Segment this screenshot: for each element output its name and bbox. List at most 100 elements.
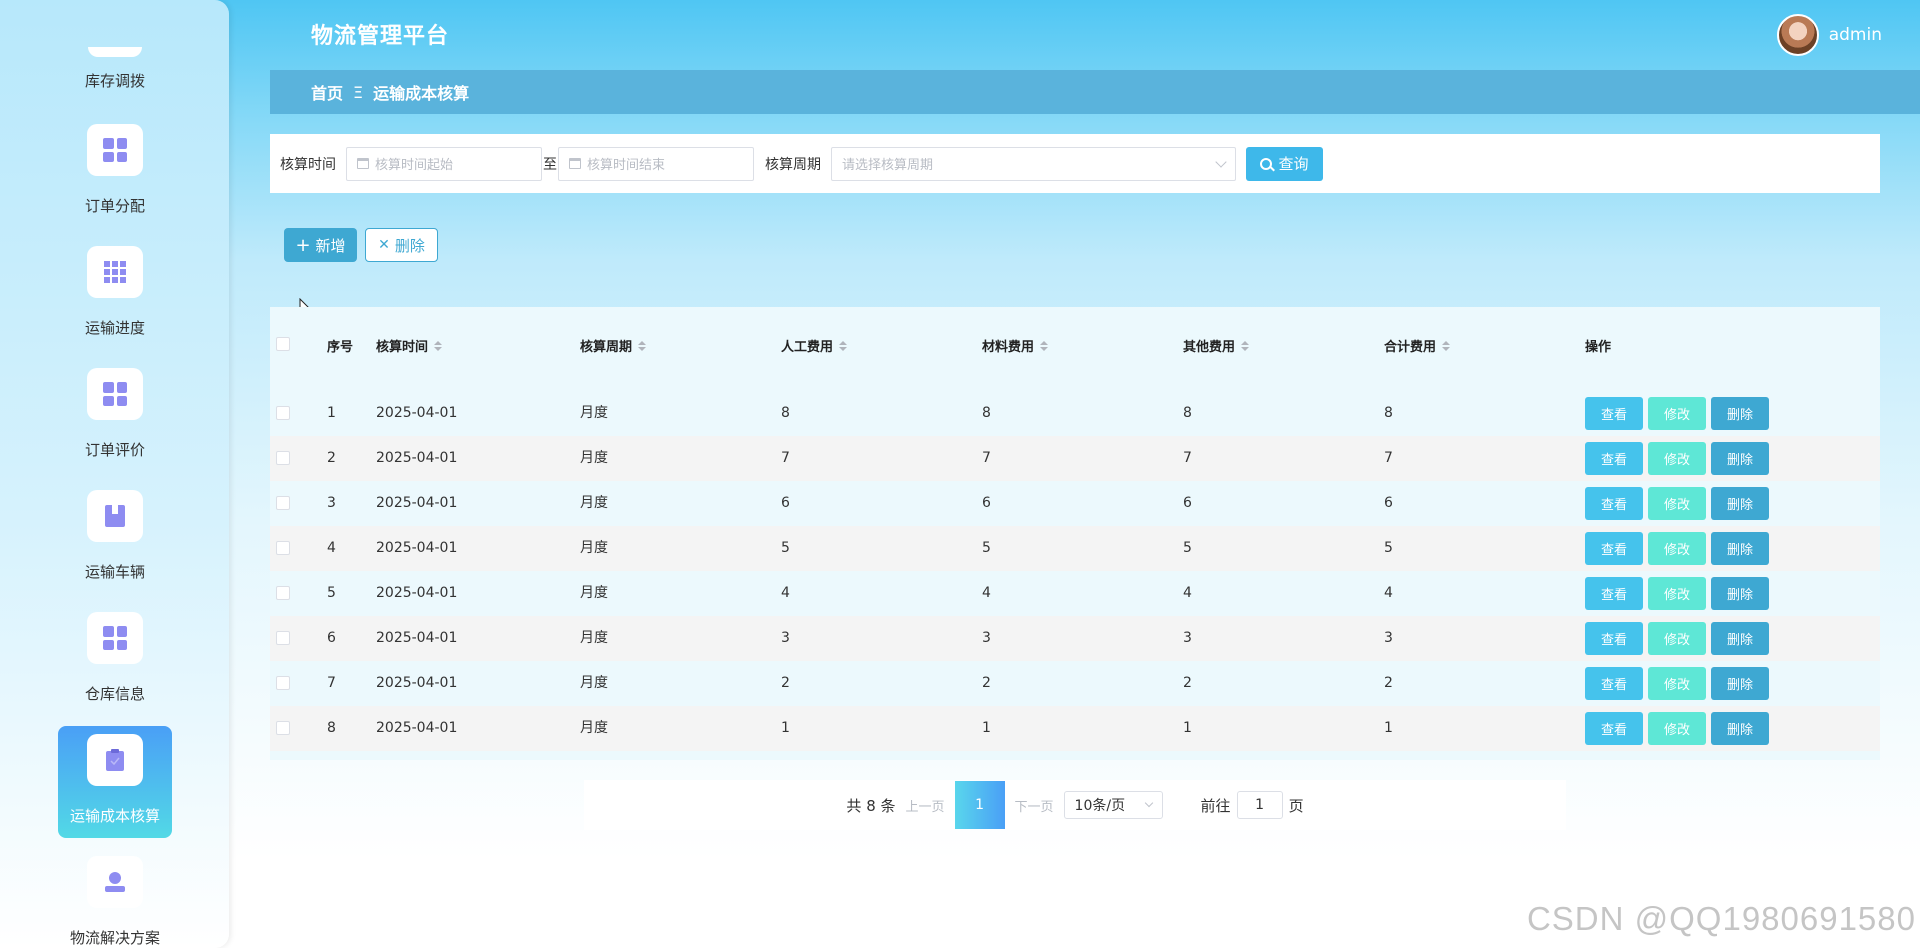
sort-icon[interactable] [1241,340,1250,351]
next-page-button[interactable]: 下一页 [1015,796,1054,815]
sort-icon[interactable] [1442,340,1451,351]
breadcrumb-home[interactable]: 首页 [311,80,343,104]
cell-date: 2025-04-01 [376,585,458,601]
select-all-checkbox[interactable] [276,337,290,351]
row-checkbox[interactable] [276,586,290,600]
batch-delete-button[interactable]: ✕ 删除 [365,228,438,262]
delete-button[interactable]: 删除 [1711,622,1769,655]
cell-other: 3 [1183,630,1192,646]
edit-button[interactable]: 修改 [1648,397,1706,430]
row-checkbox[interactable] [276,676,290,690]
cell-material: 4 [982,585,991,601]
breadcrumb-separator: Ξ [353,82,364,102]
date-label: 核算时间 [280,156,336,173]
header-operations: 操作 [1585,336,1611,355]
row-checkbox[interactable] [276,721,290,735]
view-button[interactable]: 查看 [1585,532,1643,565]
page-size-select[interactable]: 10条/页 [1063,791,1163,819]
cell-total: 5 [1384,540,1393,556]
sidebar-item-inventory-transfer[interactable]: 库存调拨 [58,40,172,100]
delete-button[interactable]: 删除 [1711,532,1769,565]
sidebar-item-transport-cost[interactable]: 运输成本核算 [58,726,172,838]
grid-icon [87,124,143,176]
sort-icon[interactable] [1040,340,1049,351]
cell-period: 月度 [580,405,608,421]
row-checkbox[interactable] [276,631,290,645]
row-checkbox[interactable] [276,541,290,555]
view-button[interactable]: 查看 [1585,622,1643,655]
add-button[interactable]: + 新增 [284,228,357,262]
table-header: 序号 核算时间 核算周期 人工费用 材料费用 其他费用 合计费用 操作 [270,307,1880,381]
view-button[interactable]: 查看 [1585,442,1643,475]
cell-total: 2 [1384,675,1393,691]
header-material[interactable]: 材料费用 [982,336,1049,355]
cell-index: 4 [327,540,336,556]
sort-icon[interactable] [434,340,443,351]
edit-button[interactable]: 修改 [1648,667,1706,700]
delete-button[interactable]: 删除 [1711,442,1769,475]
header-date-label: 核算时间 [376,340,429,355]
row-checkbox[interactable] [276,496,290,510]
goto-page-input[interactable] [1236,791,1283,819]
sidebar-item-logistics-solution[interactable]: 物流解决方案 [58,848,172,948]
cell-other: 1 [1183,720,1192,736]
grid-icon [87,612,143,664]
header-total[interactable]: 合计费用 [1384,336,1451,355]
cell-index: 1 [327,405,336,421]
cell-period: 月度 [580,495,608,511]
page-number-current[interactable]: 1 [954,781,1005,829]
prev-page-button[interactable]: 上一页 [906,796,945,815]
delete-button[interactable]: 删除 [1711,487,1769,520]
edit-button[interactable]: 修改 [1648,487,1706,520]
table-row: 7 2025-04-01 月度 2 2 2 2 查看 修改 删除 [270,661,1880,706]
sort-icon[interactable] [839,340,848,351]
sidebar-item-label: 仓库信息 [84,685,145,703]
delete-button[interactable]: 删除 [1711,667,1769,700]
calendar-icon [357,158,369,169]
view-button[interactable]: 查看 [1585,667,1643,700]
sidebar-item-transport-progress[interactable]: 运输进度 [58,238,172,350]
page-suffix: 页 [1288,796,1304,815]
edit-button[interactable]: 修改 [1648,712,1706,745]
start-date-input[interactable]: 核算时间起始 [346,146,542,181]
sidebar-item-warehouse-info[interactable]: 仓库信息 [58,604,172,716]
delete-button[interactable]: 删除 [1711,397,1769,430]
sidebar-item-transport-vehicles[interactable]: 运输车辆 [58,482,172,594]
date-range-separator: 至 [543,156,557,173]
header-labor[interactable]: 人工费用 [781,336,848,355]
cell-index: 6 [327,630,336,646]
sidebar-item-order-allocation[interactable]: 订单分配 [58,116,172,228]
plus-icon: + [295,234,311,256]
query-button[interactable]: 查询 [1246,146,1323,181]
end-date-input[interactable]: 核算时间结束 [558,146,754,181]
view-button[interactable]: 查看 [1585,397,1643,430]
view-button[interactable]: 查看 [1585,577,1643,610]
row-checkbox[interactable] [276,451,290,465]
delete-button[interactable]: 删除 [1711,577,1769,610]
edit-button[interactable]: 修改 [1648,532,1706,565]
sidebar-item-label: 订单分配 [84,197,145,215]
end-date-placeholder: 核算时间结束 [587,158,666,173]
edit-button[interactable]: 修改 [1648,577,1706,610]
sidebar-item-order-review[interactable]: 订单评价 [58,360,172,472]
row-checkbox[interactable] [276,406,290,420]
sidebar: 库存调拨 订单分配 运输进度 订单评价 运输车辆 仓库信息 运输成本核算 物流解… [0,0,229,948]
cell-labor: 3 [781,630,790,646]
cell-period: 月度 [580,630,608,646]
user-menu[interactable]: admin [1776,14,1882,56]
sort-icon[interactable] [638,340,647,351]
pagination: 共 8 条 上一页 1 下一页 10条/页 前往 页 [584,780,1566,830]
username[interactable]: admin [1829,25,1882,45]
delete-button[interactable]: 删除 [1711,712,1769,745]
breadcrumb: 首页 Ξ 运输成本核算 [270,70,1920,114]
cell-period: 月度 [580,675,608,691]
view-button[interactable]: 查看 [1585,712,1643,745]
edit-button[interactable]: 修改 [1648,442,1706,475]
header-period[interactable]: 核算周期 [580,336,647,355]
header-date[interactable]: 核算时间 [376,336,443,355]
avatar[interactable] [1776,14,1819,56]
period-select[interactable]: 请选择核算周期 [831,146,1236,181]
edit-button[interactable]: 修改 [1648,622,1706,655]
header-other[interactable]: 其他费用 [1183,336,1250,355]
view-button[interactable]: 查看 [1585,487,1643,520]
